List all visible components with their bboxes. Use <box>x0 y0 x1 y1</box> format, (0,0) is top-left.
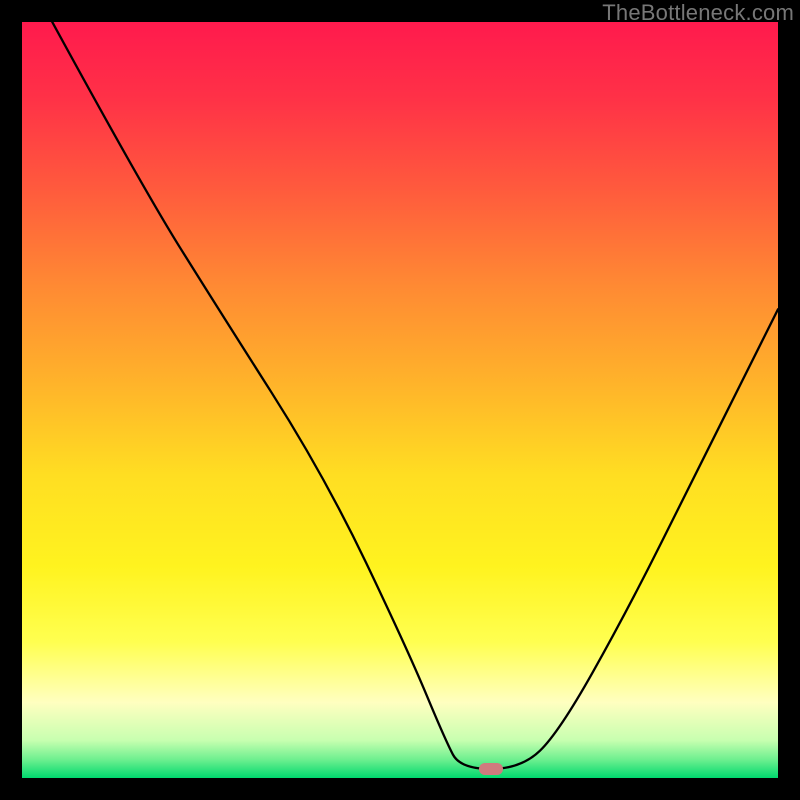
gradient-background <box>22 22 778 778</box>
chart-svg <box>22 22 778 778</box>
chart-frame: TheBottleneck.com <box>0 0 800 800</box>
optimal-marker <box>479 763 503 775</box>
plot-area <box>22 22 778 778</box>
watermark-text: TheBottleneck.com <box>602 0 794 26</box>
